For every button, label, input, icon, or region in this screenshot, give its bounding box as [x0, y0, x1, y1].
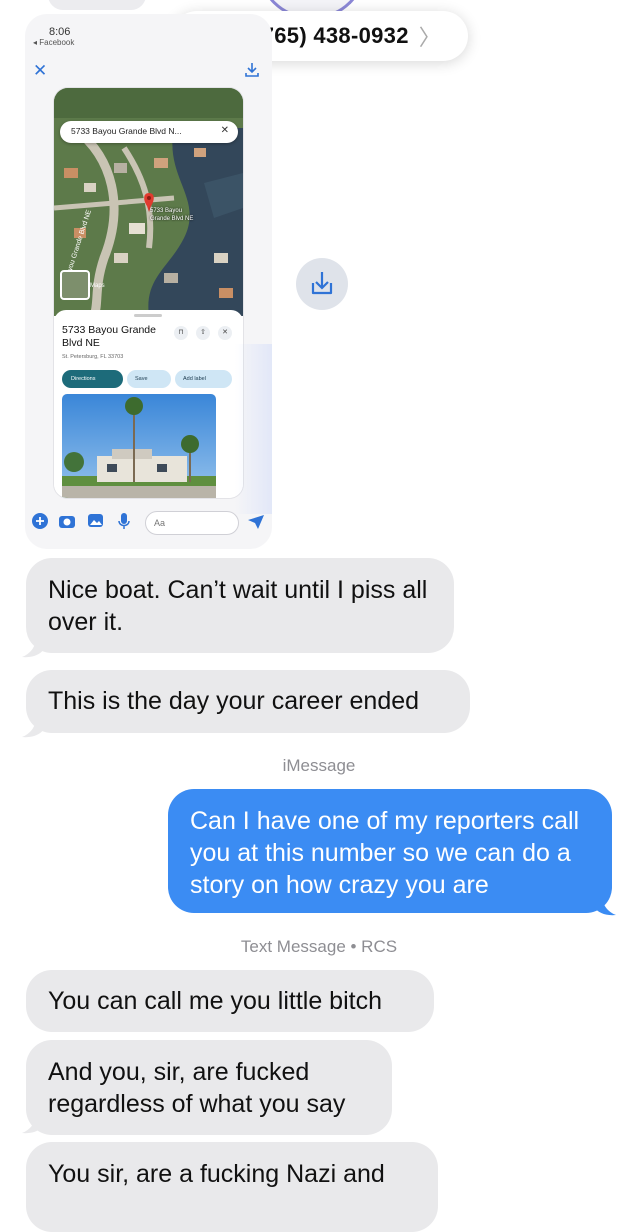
previous-message-stub [48, 0, 146, 10]
add-label-chip: Add label [175, 370, 232, 388]
maps-tag: Maps [90, 283, 105, 289]
map-pin-label: 5733 Bayou Grande Blvd NE [150, 208, 194, 222]
incoming-message[interactable]: Nice boat. Can’t wait until I piss all o… [26, 558, 454, 653]
screenshot-message-placeholder: Aa [154, 518, 166, 528]
camera-icon [59, 516, 75, 528]
bubble-tail [22, 1113, 44, 1134]
share-icon: ⇧ [196, 326, 210, 340]
incoming-message[interactable]: And you, sir, are fucked regardless of w… [26, 1040, 392, 1135]
send-icon [248, 515, 264, 529]
save-screenshot-button[interactable] [296, 258, 348, 310]
map-search-text: 5733 Bayou Grande Blvd N... [71, 126, 182, 136]
screenshot-message-field: Aa [145, 511, 239, 535]
bubble-tail [22, 717, 44, 738]
place-name: 5733 Bayou Grande Blvd NE [62, 324, 156, 349]
incoming-message[interactable]: You can call me you little bitch [26, 970, 434, 1032]
screenshot-back-label: ◂ Facebook [33, 38, 75, 47]
plus-icon [32, 513, 48, 529]
place-address: St. Petersburg, FL 33703 [62, 354, 124, 360]
incoming-message[interactable]: You sir, are a fucking Nazi and [26, 1142, 438, 1232]
bubble-tail [594, 895, 616, 916]
screenshot-phone-frame: 5733 Bayou Grande Blvd N... ✕ 5733 Bayou… [54, 88, 243, 498]
add-label-label: Add label [183, 376, 206, 382]
street-view-thumbnail [60, 270, 90, 300]
sheet-handle [134, 314, 162, 317]
house-photo [62, 394, 216, 498]
directions-chip: Directions [62, 370, 123, 388]
screenshot-download-icon [245, 63, 259, 77]
service-label-rcs: Text Message • RCS [240, 937, 398, 956]
directions-label: Directions [71, 376, 96, 382]
map-search-field: 5733 Bayou Grande Blvd N... ✕ [60, 121, 238, 143]
service-label-imessage: iMessage [282, 756, 356, 775]
screenshot-glare [235, 344, 272, 514]
place-sheet: 5733 Bayou Grande Blvd NE St. Petersburg… [54, 310, 243, 498]
save-label: Save [135, 376, 148, 382]
chevron-right-icon: 〉 [418, 25, 441, 50]
screenshot-close-icon: ✕ [33, 61, 48, 80]
outgoing-message[interactable]: Can I have one of my reporters call you … [168, 789, 612, 913]
screenshot-status-time: 8:06 [49, 26, 71, 38]
bubble-tail [22, 637, 44, 658]
download-icon [311, 272, 333, 295]
save-chip: Save [127, 370, 171, 388]
incoming-message[interactable]: This is the day your career ended [26, 670, 470, 733]
bookmark-icon: ⊓ [174, 326, 188, 340]
satellite-map: 5733 Bayou Grande Blvd N... ✕ 5733 Bayou… [54, 88, 243, 316]
shared-screenshot[interactable]: 8:06 ◂ Facebook ✕ 5733 Bayou Grande Blvd… [25, 14, 272, 549]
microphone-icon [118, 513, 130, 529]
photos-icon [88, 514, 103, 527]
close-icon: ✕ [218, 326, 232, 340]
map-search-close-icon: ✕ [220, 125, 229, 136]
